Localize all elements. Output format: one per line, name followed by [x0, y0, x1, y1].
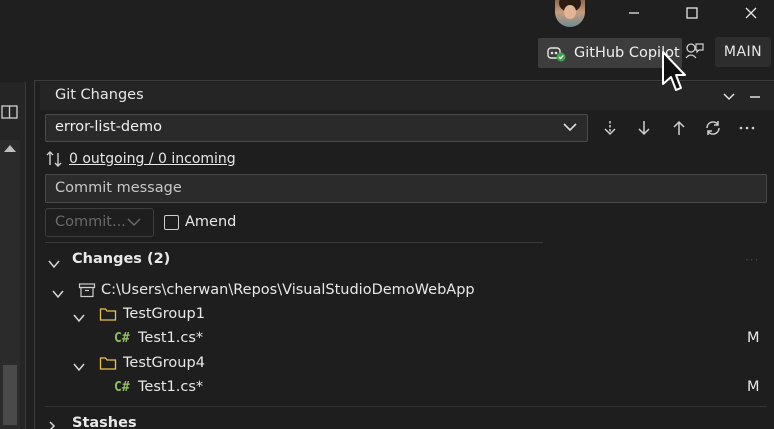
sync-status-link[interactable]: 0 outgoing / 0 incoming [69, 151, 236, 167]
close-button[interactable] [728, 0, 774, 26]
group-name[interactable]: TestGroup4 [123, 355, 205, 371]
commit-message-placeholder: Commit message [55, 180, 182, 196]
maximize-button[interactable] [669, 0, 715, 26]
folder-icon [99, 355, 117, 375]
csharp-file-icon: C# [114, 380, 130, 395]
fetch-icon [604, 121, 616, 136]
changes-expand-chevron[interactable] [47, 257, 61, 271]
divider [45, 242, 543, 243]
stashes-expand-chevron[interactable] [47, 419, 61, 429]
minimize-icon [750, 96, 760, 98]
fetch-button[interactable] [599, 117, 621, 139]
minimize-button[interactable] [611, 0, 657, 26]
close-icon [745, 7, 757, 19]
more-options-button[interactable] [736, 117, 758, 139]
panel-title: Git Changes [55, 87, 144, 103]
push-button[interactable] [668, 117, 690, 139]
csharp-file-icon: C# [114, 331, 130, 346]
scroll-up-icon[interactable] [4, 145, 16, 152]
divider [45, 406, 767, 407]
copilot-icon [547, 47, 566, 62]
file-name[interactable]: Test1.cs* [138, 379, 203, 395]
changes-more-icon[interactable]: ··· [745, 253, 759, 267]
chevron-down-icon [73, 363, 85, 372]
split-view-button[interactable] [1, 104, 19, 124]
folder-icon [99, 306, 117, 326]
file-name[interactable]: Test1.cs* [138, 330, 203, 346]
pull-button[interactable] [633, 117, 655, 139]
scrollbar-thumb[interactable] [3, 365, 17, 425]
commit-button-label: Commit... [55, 214, 126, 230]
pull-icon [638, 121, 650, 136]
minimize-icon [629, 12, 639, 14]
chevron-down-icon[interactable] [126, 214, 142, 234]
sync-icon [706, 121, 720, 135]
group-expand-chevron[interactable] [72, 360, 86, 374]
stashes-header[interactable]: Stashes [72, 415, 137, 429]
group-name[interactable]: TestGroup1 [123, 306, 205, 322]
repo-expand-chevron[interactable] [51, 287, 65, 301]
amend-checkbox[interactable] [164, 215, 179, 230]
repository-icon [78, 282, 96, 302]
feedback-icon [685, 43, 704, 59]
panel-dropdown-button[interactable] [721, 88, 739, 104]
panel-minimize-button[interactable] [747, 88, 765, 104]
chevron-down-icon [723, 93, 735, 101]
branch-name: error-list-demo [55, 119, 163, 135]
repo-path[interactable]: C:\Users\cherwan\Repos\VisualStudioDemoW… [101, 282, 475, 298]
left-scrollbar[interactable] [0, 140, 20, 429]
incoming-outgoing-icon [45, 150, 65, 172]
sync-button[interactable] [702, 117, 724, 139]
amend-label: Amend [185, 214, 237, 230]
push-icon [673, 120, 685, 135]
file-status: M [747, 330, 760, 346]
chevron-down-icon [48, 260, 60, 269]
chevron-down-icon [562, 119, 578, 139]
chevron-right-icon [49, 421, 56, 429]
branch-badge[interactable]: MAIN [715, 37, 771, 67]
ellipsis-icon [739, 126, 755, 130]
group-expand-chevron[interactable] [72, 311, 86, 325]
feedback-button[interactable] [684, 40, 706, 64]
chevron-down-icon [52, 290, 64, 299]
chevron-down-icon [73, 314, 85, 323]
split-view-icon [1, 105, 18, 119]
changes-header[interactable]: Changes (2) [72, 251, 170, 267]
file-status: M [747, 379, 760, 395]
mouse-cursor-icon [660, 50, 686, 100]
maximize-icon [686, 7, 698, 19]
